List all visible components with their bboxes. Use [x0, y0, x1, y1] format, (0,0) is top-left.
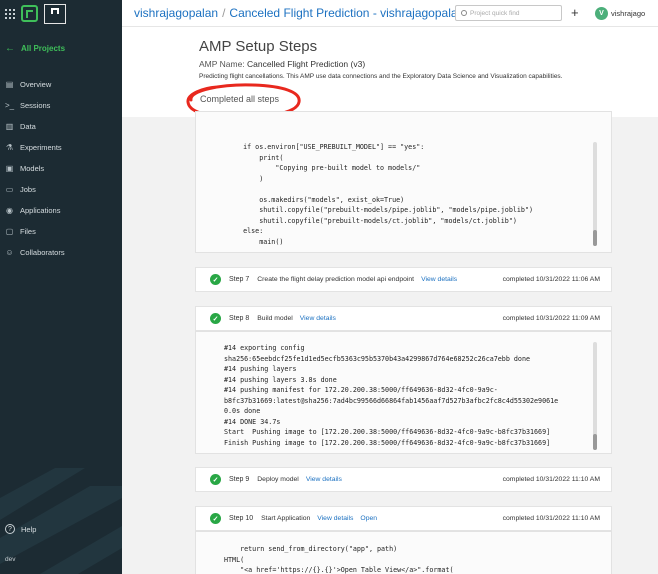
step-row: ✓ Step 9 Deploy model View details compl… — [195, 467, 612, 492]
view-details-link[interactable]: View details — [421, 276, 457, 283]
step8-log-output: #14 exporting config sha256:65eebdcf25fe… — [195, 331, 612, 454]
check-icon: ✓ — [210, 274, 221, 285]
top-header: vishrajagopalan / Canceled Flight Predicti… — [122, 0, 658, 27]
sidebar: ← All Projects ▤ Overview >_ Sessions ▥ … — [0, 0, 122, 574]
log-text: #14 exporting config sha256:65eebdcf25fe… — [224, 344, 559, 447]
collaborators-icon: ☺ — [5, 248, 14, 257]
experiments-icon: ⚗ — [5, 143, 14, 152]
sessions-icon: >_ — [4, 101, 15, 110]
overview-icon: ▤ — [5, 80, 14, 89]
sidebar-item-label: Models — [20, 164, 45, 173]
amp-name-row: AMP Name: Cancelled Flight Prediction (v… — [199, 59, 365, 69]
sidebar-decoration — [0, 468, 122, 574]
sidebar-item-models[interactable]: ▣ Models — [0, 158, 122, 179]
log-text: if os.environ["USE_PREBUILT_MODEL"] == "… — [243, 143, 533, 246]
log-scrollbar[interactable] — [593, 342, 597, 450]
view-details-link[interactable]: View details — [306, 476, 342, 483]
amp-description: Predicting flight cancellations. This AM… — [199, 73, 563, 80]
models-icon: ▣ — [5, 164, 14, 173]
environment-label: dev — [5, 556, 16, 563]
help-link[interactable]: ? Help — [5, 524, 36, 534]
step-row: ✓ Step 10 Start Application View details… — [195, 506, 612, 531]
cloudera-logo-icon[interactable] — [21, 5, 38, 22]
step-title: Deploy model — [257, 476, 299, 483]
sidebar-item-label: Sessions — [20, 101, 51, 110]
step-number: Step 10 — [229, 515, 254, 522]
sidebar-item-label: Applications — [20, 206, 61, 215]
breadcrumb-separator: / — [222, 6, 226, 20]
step-number: Step 7 — [229, 276, 250, 283]
view-details-link[interactable]: View details — [300, 315, 336, 322]
step10-log-output: return send_from_directory("app", path) … — [195, 531, 612, 574]
project-search[interactable] — [455, 5, 562, 21]
completed-timestamp: completed 10/31/2022 11:10 AM — [502, 476, 600, 483]
sidebar-item-applications[interactable]: ◉ Applications — [0, 200, 122, 221]
applications-icon: ◉ — [6, 206, 13, 215]
log-scrollbar-thumb[interactable] — [593, 434, 597, 450]
sidebar-item-data[interactable]: ▥ Data — [0, 116, 122, 137]
page-header: AMP Setup Steps AMP Name: Cancelled Flig… — [122, 27, 658, 119]
jobs-icon: ▭ — [5, 185, 14, 194]
step-number: Step 9 — [229, 476, 250, 483]
breadcrumb-user[interactable]: vishrajagopalan — [134, 6, 218, 20]
breadcrumb: vishrajagopalan / Canceled Flight Predicti… — [134, 6, 504, 20]
log-text: return send_from_directory("app", path) … — [224, 545, 454, 574]
all-projects-label: All Projects — [21, 44, 66, 53]
breadcrumb-project[interactable]: Canceled Flight Prediction - vishrajagop… — [229, 6, 474, 20]
avatar[interactable]: V — [595, 7, 608, 20]
step6-log-output: if os.environ["USE_PREBUILT_MODEL"] == "… — [195, 111, 612, 253]
check-icon: ✓ — [210, 474, 221, 485]
sidebar-item-jobs[interactable]: ▭ Jobs — [0, 179, 122, 200]
help-icon: ? — [5, 524, 15, 534]
files-icon: ▢ — [5, 227, 14, 236]
data-icon: ▥ — [5, 122, 14, 131]
open-app-link[interactable]: Open — [360, 515, 377, 522]
step-title: Build model — [257, 315, 293, 322]
sidebar-item-files[interactable]: ▢ Files — [0, 221, 122, 242]
completed-timestamp: completed 10/31/2022 11:10 AM — [502, 515, 600, 522]
log-scrollbar[interactable] — [593, 142, 597, 246]
sidebar-item-experiments[interactable]: ⚗ Experiments — [0, 137, 122, 158]
page-title: AMP Setup Steps — [199, 38, 318, 55]
sidebar-top — [0, 0, 122, 27]
sidebar-nav: ▤ Overview >_ Sessions ▥ Data ⚗ Experime… — [0, 74, 122, 263]
check-icon: ✓ — [210, 513, 221, 524]
add-icon[interactable]: + — [571, 5, 579, 20]
step-number: Step 8 — [229, 315, 250, 322]
sidebar-item-collaborators[interactable]: ☺ Collaborators — [0, 242, 122, 263]
search-icon — [461, 10, 467, 16]
sidebar-item-label: Experiments — [20, 143, 62, 152]
workspace-logo-icon[interactable] — [44, 3, 66, 24]
completed-timestamp: completed 10/31/2022 11:06 AM — [502, 276, 600, 283]
completed-timestamp: completed 10/31/2022 11:09 AM — [502, 315, 600, 322]
sidebar-item-sessions[interactable]: >_ Sessions — [0, 95, 122, 116]
sidebar-item-label: Collaborators — [20, 248, 65, 257]
amp-name-value: Cancelled Flight Prediction (v3) — [247, 59, 366, 69]
sidebar-item-label: Jobs — [20, 185, 36, 194]
app-grid-icon[interactable] — [5, 8, 15, 19]
search-input[interactable] — [470, 9, 555, 17]
step-title: Start Application — [261, 515, 311, 522]
sidebar-item-label: Overview — [20, 80, 52, 89]
view-details-link[interactable]: View details — [317, 515, 353, 522]
sidebar-item-overview[interactable]: ▤ Overview — [0, 74, 122, 95]
step-row: ✓ Step 8 Build model View details comple… — [195, 306, 612, 331]
check-icon: ✓ — [210, 313, 221, 324]
main-content: AMP Setup Steps AMP Name: Cancelled Flig… — [122, 27, 658, 574]
log-scrollbar-thumb[interactable] — [593, 230, 597, 246]
back-arrow-icon: ← — [5, 43, 15, 54]
help-label: Help — [21, 524, 37, 534]
sidebar-item-label: Files — [20, 227, 36, 236]
all-projects-link[interactable]: ← All Projects — [5, 43, 65, 54]
step-title: Create the flight delay prediction model… — [257, 276, 415, 283]
amp-name-label: AMP Name: — [199, 59, 245, 69]
username[interactable]: vishrajago — [611, 9, 645, 18]
sidebar-item-label: Data — [20, 122, 36, 131]
step-row: ✓ Step 7 Create the flight delay predict… — [195, 267, 612, 292]
